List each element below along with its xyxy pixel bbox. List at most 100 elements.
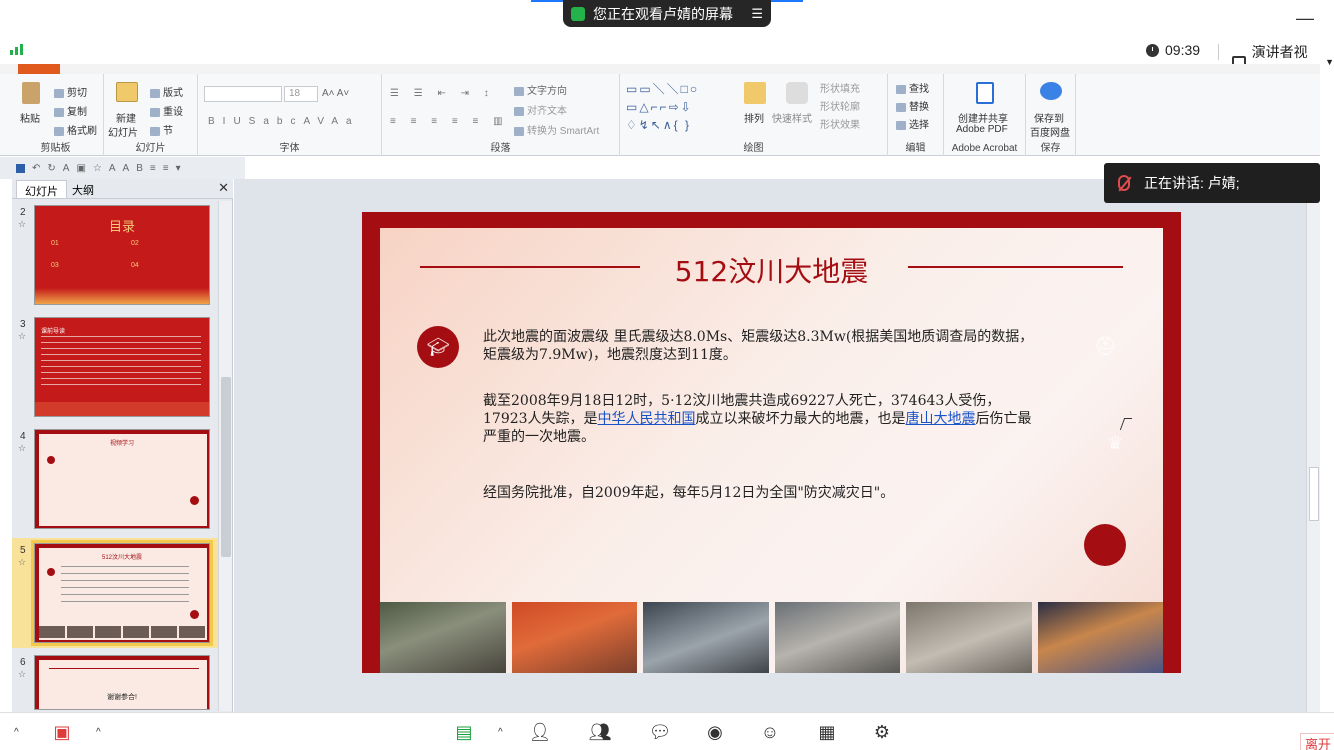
slide-thumb-5[interactable]: 512汶川大地震	[31, 540, 213, 646]
thumb-text-lines	[41, 336, 201, 386]
shape-fill-button[interactable]: 形状填充	[820, 80, 860, 95]
shrink-font-icon[interactable]: A	[123, 163, 130, 174]
shape-outline-button[interactable]: 形状轮廓	[820, 98, 860, 113]
slide-thumb-6[interactable]: 谢谢参合!	[34, 655, 210, 710]
leave-button[interactable]: 离开	[1300, 733, 1334, 750]
save-baidu-button[interactable]: 百度网盘	[1030, 124, 1070, 139]
earthquake-photo[interactable]	[380, 602, 506, 673]
slide-thumb-3[interactable]: 课前导读	[34, 317, 210, 417]
wave-decor	[35, 402, 209, 416]
save-icon[interactable]	[16, 163, 25, 173]
earthquake-photo[interactable]	[643, 602, 769, 673]
paragraph-disaster-day[interactable]: 经国务院批准，自2009年起，每年5月12日为全国"防灾减灾日"。	[483, 484, 1043, 502]
undo-icon[interactable]: ↶	[32, 163, 40, 174]
participants-icon[interactable]: 👥︎	[588, 721, 612, 743]
shapes-gallery[interactable]: ▭▭＼＼□○ ▭△⌐⌐⇨⇩ ♢↯↖∧{ }	[626, 80, 732, 136]
text-direction-button[interactable]: 文字方向	[514, 82, 567, 97]
screen-share-banner[interactable]: 您正在观看卢婧的屏幕 ☰	[563, 0, 771, 27]
create-pdf-label[interactable]: 创建并共享	[958, 110, 1008, 125]
font-color-icon[interactable]: A	[63, 163, 70, 174]
paste-button[interactable]: 粘贴	[20, 110, 40, 125]
quick-styles-button[interactable]: 快速样式	[772, 110, 812, 125]
smartart-button[interactable]: 转换为 SmartArt	[514, 122, 599, 137]
font-grow-button[interactable]: A˄ A˅	[322, 88, 349, 99]
chevron-up-icon[interactable]: ^	[14, 727, 19, 738]
video-off-icon[interactable]: ▣	[50, 721, 74, 743]
align-left-icon[interactable]: ≡	[150, 163, 156, 174]
reactions-icon[interactable]: ☺	[758, 721, 782, 743]
thumb-badge	[47, 568, 55, 576]
add-participant-icon[interactable]: 👤︎	[528, 721, 552, 743]
panel-scroll-thumb[interactable]	[221, 377, 231, 557]
new-slide-button[interactable]: 幻灯片	[108, 124, 138, 139]
current-slide[interactable]: 512汶川大地震 🎓︎ 此次地震的面波震级 里氏震级达8.0Ms、矩震级达8.3…	[362, 212, 1181, 673]
thumb-title: 课前导读	[41, 329, 66, 335]
close-icon[interactable]: ✕	[218, 180, 229, 196]
textbox-icon[interactable]: ▣	[76, 163, 85, 174]
redo-icon[interactable]: ↻	[47, 163, 55, 174]
quick-access-toolbar: ↶ ↻ A ▣ ☆ A A B ≡ ≡ ▾	[0, 157, 245, 179]
bold-icon[interactable]: B	[136, 163, 143, 174]
workspace-scrollbar[interactable]	[1306, 179, 1320, 712]
new-slide-label[interactable]: 新建	[116, 110, 136, 125]
chevron-up-icon[interactable]: ^	[96, 727, 101, 738]
earthquake-photo[interactable]	[1037, 602, 1163, 673]
align-center-icon[interactable]: ≡	[163, 163, 169, 174]
chevron-up-icon[interactable]: ^	[498, 727, 503, 738]
slide-thumb-4[interactable]: 视频学习	[34, 429, 210, 529]
customize-qat-icon[interactable]: ▾	[176, 163, 181, 174]
create-pdf-button[interactable]: Adobe PDF	[956, 124, 1008, 135]
list-buttons[interactable]: ☰ ☰ ⇤ ⇥ ↕	[390, 88, 495, 99]
slide-thumbnail-panel: 幻灯片 大纲 ✕ 2 ☆ 目录 01 02 03 04 3 ☆ 课前导读 4 ☆	[12, 179, 233, 712]
cut-button[interactable]: 剪切	[54, 84, 87, 99]
panel-scrollbar[interactable]	[218, 201, 232, 711]
thumb-body	[39, 434, 207, 526]
group-paragraph: ☰ ☰ ⇤ ⇥ ↕ ≡ ≡ ≡ ≡ ≡ ▥ 文字方向 对齐文本 转换为 Smar…	[382, 74, 620, 156]
earthquake-photo[interactable]	[774, 602, 900, 673]
paragraph-magnitude[interactable]: 此次地震的面波震级 里氏震级达8.0Ms、矩震级达8.3Mw(根据美国地质调查局…	[483, 328, 1043, 364]
menu-icon[interactable]: ☰	[751, 6, 763, 22]
slide-title[interactable]: 512汶川大地震	[380, 250, 1163, 290]
reset-button[interactable]: 重设	[150, 103, 183, 118]
layout-button[interactable]: 版式	[150, 84, 183, 99]
align-text-button[interactable]: 对齐文本	[514, 102, 567, 117]
font-size-combo[interactable]: 18	[284, 86, 318, 102]
workspace-scroll-thumb[interactable]	[1309, 467, 1319, 521]
replace-icon	[896, 102, 906, 112]
paragraph-casualties[interactable]: 截至2008年9月18日12时，5·12汶川地震共造成69227人死亡，3746…	[483, 392, 1043, 446]
align-buttons[interactable]: ≡ ≡ ≡ ≡ ≡ ▥	[390, 116, 509, 127]
divider	[1218, 44, 1219, 60]
replace-button[interactable]: 替换	[896, 98, 929, 113]
tab-slides[interactable]: 幻灯片	[16, 180, 67, 198]
select-button[interactable]: 选择	[896, 116, 929, 131]
record-icon[interactable]: ◉	[703, 721, 727, 743]
apps-icon[interactable]: ▦	[815, 721, 839, 743]
layout-icon	[150, 88, 160, 98]
skyline-decor	[35, 288, 209, 304]
share-screen-icon[interactable]: ▤	[452, 721, 476, 743]
section-button[interactable]: 节	[150, 122, 173, 137]
group-label: 编辑	[905, 143, 926, 154]
meeting-clock: 09:39	[1146, 42, 1200, 58]
tab-outline[interactable]: 大纲	[64, 180, 102, 198]
link-prc[interactable]: 中华人民共和国	[598, 411, 696, 427]
format-painter-button[interactable]: 格式刷	[54, 122, 97, 137]
arrange-button[interactable]: 排列	[744, 110, 764, 125]
slide-content: 512汶川大地震 🎓︎ 此次地震的面波震级 里氏震级达8.0Ms、矩震级达8.3…	[380, 228, 1163, 673]
earthquake-photo[interactable]	[511, 602, 637, 673]
copy-button[interactable]: 复制	[54, 103, 87, 118]
earthquake-photo[interactable]	[906, 602, 1032, 673]
settings-gear-icon[interactable]: ⚙	[870, 721, 894, 743]
link-tangshan[interactable]: 唐山大地震	[906, 411, 976, 427]
star-icon[interactable]: ☆	[93, 163, 102, 174]
font-format-buttons[interactable]: BIUSabcAVAa	[208, 116, 360, 127]
font-name-combo[interactable]	[204, 86, 282, 102]
save-to-label[interactable]: 保存到	[1034, 110, 1064, 125]
grow-font-icon[interactable]: A	[109, 163, 116, 174]
slide-thumb-2[interactable]: 目录 01 02 03 04	[34, 205, 210, 305]
shape-effects-button[interactable]: 形状效果	[820, 116, 860, 131]
chat-icon[interactable]: 💬︎	[648, 721, 672, 743]
minimize-icon[interactable]: —	[1296, 8, 1314, 29]
file-tab[interactable]	[18, 64, 60, 74]
find-button[interactable]: 查找	[896, 80, 929, 95]
